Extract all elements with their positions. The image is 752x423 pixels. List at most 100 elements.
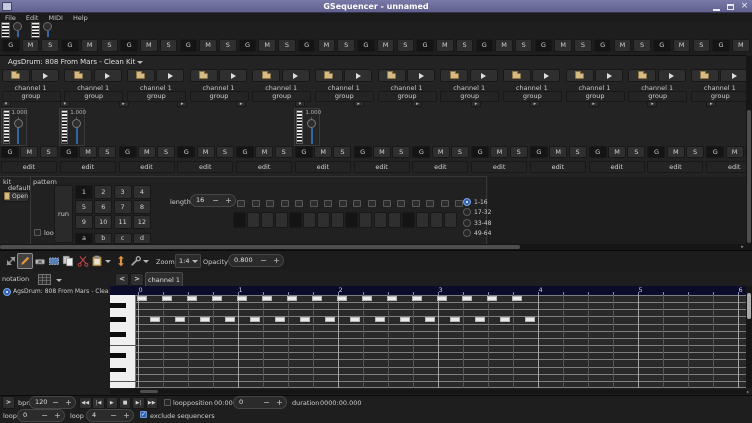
menu-midi[interactable]: MIDI (43, 13, 67, 22)
loop-r-spin[interactable]: 4−+ (86, 409, 134, 422)
previous-button[interactable]: |◀ (92, 397, 105, 409)
black-key[interactable] (110, 303, 126, 308)
pattern-step-8[interactable] (331, 212, 344, 228)
gms-s-button[interactable]: S (101, 39, 119, 52)
gms-s-button[interactable]: S (515, 39, 533, 52)
note[interactable] (412, 296, 422, 301)
line-gms-g-button[interactable]: G (1, 146, 19, 158)
gms-m-button[interactable]: M (22, 39, 40, 52)
line-edit-button[interactable]: edit (530, 161, 586, 173)
gms-g-button[interactable]: G (416, 39, 434, 52)
line-expander-button[interactable]: ▸ (647, 101, 657, 107)
gms-g-button[interactable]: G (239, 39, 257, 52)
open-button[interactable]: Open (3, 191, 29, 202)
offset-radio-49-64[interactable] (463, 229, 471, 237)
notation-v-scrollbar[interactable] (746, 286, 752, 388)
previous-tab-button[interactable]: < (115, 273, 129, 286)
tab-channel-1[interactable]: channel 1 (145, 272, 183, 287)
line-expander-button[interactable]: ▸ (589, 101, 599, 107)
transport-loop-checkbox[interactable] (164, 399, 171, 406)
note[interactable] (287, 296, 297, 301)
pad-group-button[interactable]: group (628, 91, 687, 102)
pad-play-button[interactable] (31, 69, 59, 82)
line-gms-g-button[interactable]: G (177, 146, 195, 158)
line-gms-m-button[interactable]: M (490, 146, 508, 158)
menu-edit[interactable]: Edit (21, 13, 44, 22)
pad-play-button[interactable] (407, 69, 435, 82)
stop-button[interactable]: ■ (119, 397, 132, 409)
pattern-loop-checkbox[interactable] (34, 229, 41, 236)
gms-m-button[interactable]: M (258, 39, 276, 52)
opacity-spin[interactable]: 0.800−+ (228, 254, 284, 267)
note[interactable] (237, 296, 247, 301)
zoom-select[interactable]: 1:4 (175, 254, 201, 268)
run-button[interactable]: run (54, 185, 73, 243)
note[interactable] (437, 296, 447, 301)
gms-s-button[interactable]: S (574, 39, 592, 52)
pad-play-button[interactable] (219, 69, 247, 82)
pad-open-button[interactable] (440, 69, 468, 82)
bank-7-button[interactable]: 7 (114, 200, 132, 214)
bpm-spin-decrement-button[interactable]: − (49, 397, 62, 408)
note[interactable] (262, 296, 272, 301)
close-button[interactable]: × (739, 1, 750, 12)
bank-9-button[interactable]: 9 (75, 215, 93, 229)
machine-v-scrollbar-handle[interactable] (747, 110, 751, 243)
volume-knob[interactable] (12, 22, 24, 38)
gms-s-button[interactable]: S (337, 39, 355, 52)
line-expander-button[interactable]: ▸ (236, 101, 246, 107)
bank-c-button[interactable]: c (114, 233, 132, 244)
line-gms-s-button[interactable]: S (333, 146, 351, 158)
pad-play-button[interactable] (470, 69, 498, 82)
bank-b-button[interactable]: b (94, 233, 112, 244)
line-expander-button[interactable]: ▸ (412, 101, 422, 107)
line-gms-g-button[interactable]: G (530, 146, 548, 158)
note[interactable] (362, 296, 372, 301)
line-gms-s-button[interactable]: S (451, 146, 469, 158)
notation-h-scrollbar-handle[interactable] (140, 390, 158, 393)
line-expander-button[interactable]: ▾ (1, 101, 11, 107)
line-gms-m-button[interactable]: M (79, 146, 97, 158)
line-gms-s-button[interactable]: S (627, 146, 645, 158)
line-gms-m-button[interactable]: M (138, 146, 156, 158)
line-edit-button[interactable]: edit (119, 161, 175, 173)
note[interactable] (325, 317, 335, 322)
line-gms-m-button[interactable]: M (608, 146, 626, 158)
pattern-step-10[interactable] (359, 212, 372, 228)
gms-m-button[interactable]: M (673, 39, 691, 52)
note[interactable] (212, 296, 222, 301)
line-edit-button[interactable]: edit (295, 161, 351, 173)
gms-g-button[interactable]: G (180, 39, 198, 52)
notation-grid[interactable] (136, 295, 746, 388)
note[interactable] (350, 317, 360, 322)
gms-m-button[interactable]: M (495, 39, 513, 52)
gms-s-button[interactable]: S (397, 39, 415, 52)
note[interactable] (512, 296, 522, 301)
notation-h-scrollbar[interactable] (110, 389, 746, 394)
pattern-step-1[interactable] (233, 212, 246, 228)
line-edit-button[interactable]: edit (412, 161, 468, 173)
note[interactable] (312, 296, 322, 301)
pad-group-button[interactable]: group (315, 91, 374, 102)
minimize-button[interactable] (711, 1, 722, 12)
bank-10-button[interactable]: 10 (94, 215, 112, 229)
bank-a-button[interactable]: a (75, 233, 93, 244)
window-menu-icon[interactable] (2, 2, 12, 11)
line-expander-button[interactable]: ▸ (177, 101, 187, 107)
gms-m-button[interactable]: M (140, 39, 158, 52)
line-gms-s-button[interactable]: S (275, 146, 293, 158)
gms-m-button[interactable]: M (199, 39, 217, 52)
line-gms-g-button[interactable]: G (412, 146, 430, 158)
pattern-step-5[interactable] (289, 212, 302, 228)
menu-file[interactable]: File (0, 13, 21, 22)
pad-play-button[interactable] (344, 69, 372, 82)
line-gms-g-button[interactable]: G (60, 146, 78, 158)
gms-g-button[interactable]: G (357, 39, 375, 52)
machine-name[interactable]: AgsDrum: 808 From Mars - Clean Kit (8, 58, 135, 66)
pad-play-button[interactable] (532, 69, 560, 82)
copy-tool-button[interactable] (60, 253, 76, 269)
edit-tool-button[interactable] (17, 253, 33, 269)
bank-4-button[interactable]: 4 (133, 185, 151, 199)
line-gms-m-button[interactable]: M (432, 146, 450, 158)
menu-help[interactable]: Help (68, 13, 93, 22)
